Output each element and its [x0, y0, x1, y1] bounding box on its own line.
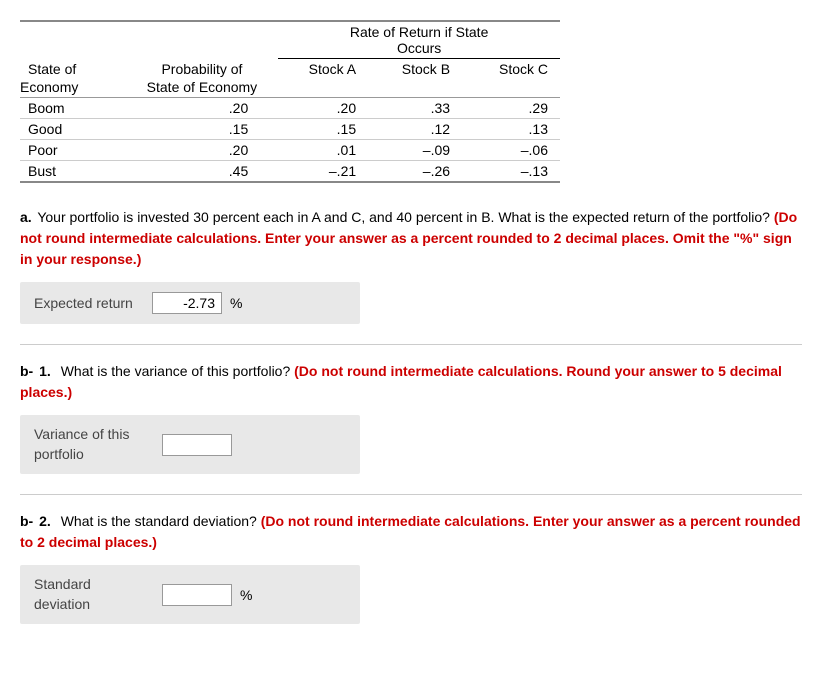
cell-stock-c: –.13: [466, 161, 560, 183]
question-b1-answer-row: Variance of this portfolio: [20, 415, 360, 474]
table-col-labels: Economy State of Economy: [20, 79, 560, 98]
question-b2-plain-text: What is the standard deviation?: [61, 513, 257, 529]
question-b1-text: b- 1. What is the variance of this portf…: [20, 361, 802, 403]
question-b2-text: b- 2. What is the standard deviation? (D…: [20, 511, 802, 553]
cell-stock-a: .01: [278, 140, 372, 161]
table-row: Bust .45 –.21 –.26 –.13: [20, 161, 560, 183]
expected-return-label: Expected return: [34, 295, 144, 311]
question-b1-label-number: 1.: [39, 363, 51, 379]
divider-2: [20, 494, 802, 495]
table-header-mid: State of Probability of Stock A Stock B …: [20, 59, 560, 80]
table-section: Rate of Return if State Occurs State of …: [20, 20, 802, 183]
question-b2-answer-row: Standard deviation %: [20, 565, 360, 624]
divider-1: [20, 344, 802, 345]
question-a-section: a. Your portfolio is invested 30 percent…: [20, 207, 802, 324]
expected-return-input[interactable]: [152, 292, 222, 314]
cell-probability: .15: [126, 119, 279, 140]
question-a-text: a. Your portfolio is invested 30 percent…: [20, 207, 802, 270]
table-row: Poor .20 .01 –.09 –.06: [20, 140, 560, 161]
question-b2-label-letter: b-: [20, 513, 33, 529]
question-a-plain-text: Your portfolio is invested 30 percent ea…: [37, 209, 770, 225]
question-a-label: a.: [20, 209, 32, 225]
table-body: Boom .20 .20 .33 .29 Good .15 .15 .12 .1…: [20, 98, 560, 183]
table-header-top: Rate of Return if State Occurs: [20, 21, 560, 59]
expected-return-unit: %: [230, 295, 242, 311]
cell-probability: .20: [126, 140, 279, 161]
table-row: Boom .20 .20 .33 .29: [20, 98, 560, 119]
stock-c-header: Stock C: [466, 59, 560, 80]
stock-b-header: Stock B: [372, 59, 466, 80]
variance-label: Variance of this portfolio: [34, 425, 154, 464]
cell-stock-b: –.26: [372, 161, 466, 183]
cell-probability: .45: [126, 161, 279, 183]
cell-stock-a: .20: [278, 98, 372, 119]
cell-economy: Bust: [20, 161, 126, 183]
state-of-header: State of: [20, 59, 126, 80]
cell-economy: Boom: [20, 98, 126, 119]
cell-stock-b: .33: [372, 98, 466, 119]
stdev-unit: %: [240, 587, 252, 603]
stdev-input[interactable]: [162, 584, 232, 606]
stdev-label: Standard deviation: [34, 575, 154, 614]
question-a-answer-row: Expected return %: [20, 282, 360, 324]
cell-stock-c: .29: [466, 98, 560, 119]
stock-a-header: Stock A: [278, 59, 372, 80]
cell-probability: .20: [126, 98, 279, 119]
cell-stock-a: .15: [278, 119, 372, 140]
question-b2-section: b- 2. What is the standard deviation? (D…: [20, 511, 802, 624]
cell-stock-a: –.21: [278, 161, 372, 183]
cell-stock-b: –.09: [372, 140, 466, 161]
question-b1-plain-text: What is the variance of this portfolio?: [61, 363, 291, 379]
table-row: Good .15 .15 .12 .13: [20, 119, 560, 140]
state-of-economy-col-label: State of Economy: [126, 79, 279, 98]
cell-economy: Good: [20, 119, 126, 140]
rate-header: Rate of Return if State Occurs: [278, 21, 560, 59]
cell-stock-c: .13: [466, 119, 560, 140]
cell-stock-b: .12: [372, 119, 466, 140]
question-b1-section: b- 1. What is the variance of this portf…: [20, 361, 802, 474]
question-b1-label-letter: b-: [20, 363, 33, 379]
cell-economy: Poor: [20, 140, 126, 161]
probability-of-header: Probability of: [126, 59, 279, 80]
variance-input[interactable]: [162, 434, 232, 456]
cell-stock-c: –.06: [466, 140, 560, 161]
economy-col-label: Economy: [20, 79, 126, 98]
question-b2-label-number: 2.: [39, 513, 51, 529]
